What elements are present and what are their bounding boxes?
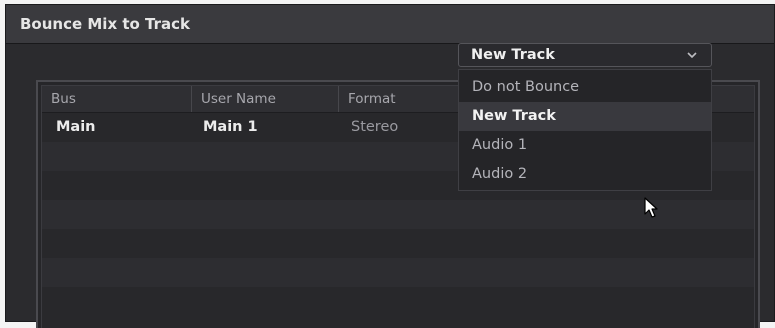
destination-track-dropdown[interactable]: New Track [458, 43, 712, 67]
menu-item-new-track[interactable]: New Track [459, 102, 711, 131]
chevron-down-icon[interactable] [685, 48, 699, 62]
pointer-cursor-icon [644, 197, 658, 218]
table-row-empty [42, 287, 754, 316]
column-header-bus[interactable]: Bus [42, 86, 191, 112]
table-row-empty [42, 258, 754, 287]
cell-bus: Main [56, 119, 96, 135]
cell-format: Stereo [351, 119, 399, 135]
column-header-user-name[interactable]: User Name [191, 86, 338, 112]
bounce-mix-dialog: Bounce Mix to Track Bus User Name Format… [5, 4, 775, 328]
menu-item-do-not-bounce[interactable]: Do not Bounce [459, 73, 711, 102]
menu-item-audio-1[interactable]: Audio 1 [459, 131, 711, 160]
title-bar[interactable]: Bounce Mix to Track [6, 5, 774, 44]
cell-user-name[interactable]: Main 1 [194, 113, 258, 142]
menu-item-audio-2[interactable]: Audio 2 [459, 160, 711, 189]
dropdown-selected-value: New Track [471, 47, 555, 63]
table-row-empty [42, 229, 754, 258]
dialog-title: Bounce Mix to Track [20, 15, 191, 33]
destination-track-menu: Do not Bounce New Track Audio 1 Audio 2 [458, 69, 712, 191]
